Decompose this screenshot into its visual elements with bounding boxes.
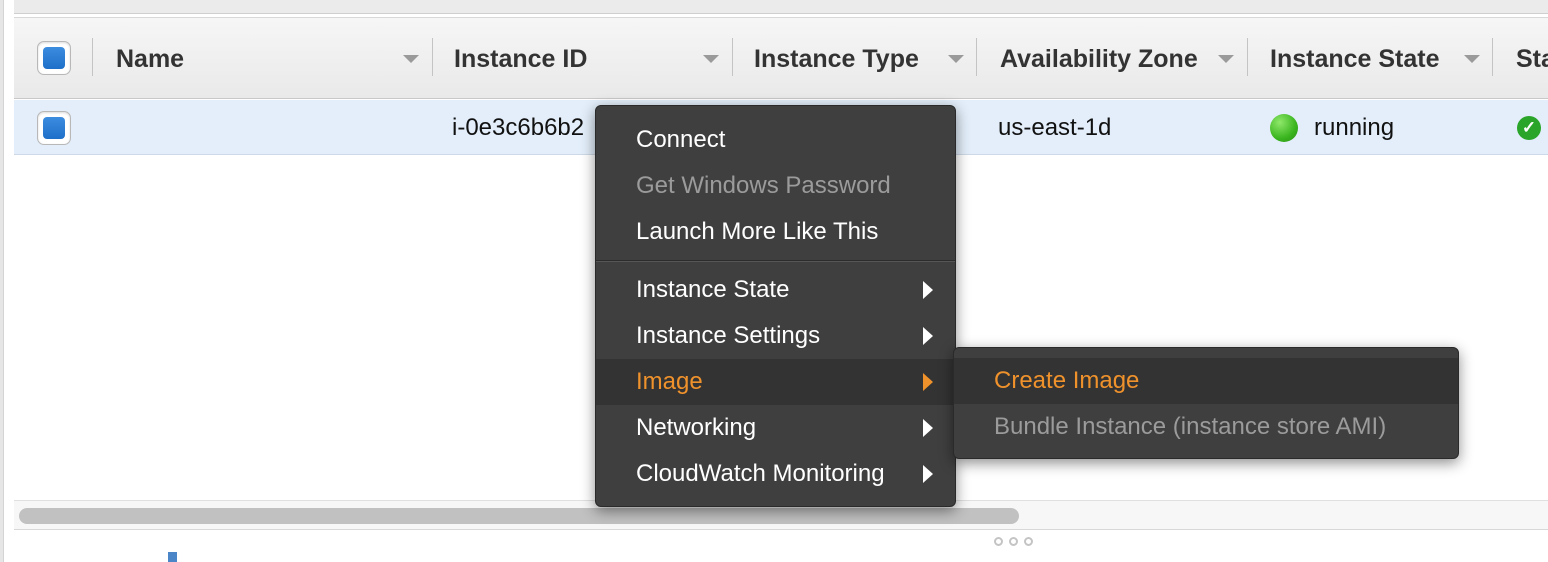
toolbar-strip [14, 0, 1548, 14]
column-header-label: Sta [1516, 44, 1548, 73]
menu-item-create-image[interactable]: Create Image [954, 358, 1458, 404]
column-header-label: Availability Zone [1000, 44, 1198, 73]
cell-instance-state: running [1270, 100, 1394, 155]
menu-item-launch-more-like-this[interactable]: Launch More Like This [596, 209, 955, 255]
menu-item-connect[interactable]: Connect [596, 117, 955, 163]
instance-state-label: running [1314, 113, 1395, 141]
check-circle-icon: ✓ [1517, 115, 1541, 140]
column-header-availability-zone[interactable]: Availability Zone [1000, 18, 1198, 100]
menu-item-label: Networking [636, 414, 757, 441]
sort-caret-icon[interactable] [1464, 55, 1480, 63]
menu-item-bundle-instance: Bundle Instance (instance store AMI) [954, 404, 1458, 450]
cell-instance-id: i-0e3c6b6b2 [452, 113, 585, 141]
menu-item-label: CloudWatch Monitoring [636, 460, 885, 487]
column-header-label: Instance State [1270, 44, 1440, 73]
menu-divider [596, 260, 955, 262]
menu-item-get-windows-password: Get Windows Password [596, 163, 955, 209]
select-all-checkbox[interactable] [37, 41, 71, 75]
column-separator [732, 38, 733, 76]
sort-caret-icon[interactable] [948, 55, 964, 63]
column-separator [432, 38, 433, 76]
resize-handle[interactable] [994, 537, 1033, 546]
column-header-instance-id[interactable]: Instance ID [454, 18, 587, 100]
column-separator [1492, 38, 1493, 76]
submenu-arrow-icon [923, 281, 933, 299]
column-separator [92, 38, 93, 76]
cell-status-checks: ✓ [1517, 100, 1541, 155]
menu-item-label: Launch More Like This [636, 218, 879, 245]
menu-item-networking[interactable]: Networking [596, 405, 955, 451]
menu-item-label: Instance Settings [636, 322, 821, 349]
cell-availability-zone: us-east-1d [998, 113, 1112, 141]
details-pane-marker [168, 552, 177, 562]
instance-context-menu: Connect Get Windows Password Launch More… [595, 105, 956, 507]
menu-item-label: Get Windows Password [636, 172, 891, 199]
image-submenu: Create Image Bundle Instance (instance s… [953, 347, 1459, 459]
menu-item-image[interactable]: Image [596, 359, 955, 405]
table-header: Name Instance ID Instance Type Availabil… [14, 17, 1548, 99]
submenu-arrow-icon [923, 465, 933, 483]
submenu-arrow-icon [923, 419, 933, 437]
menu-item-label: Bundle Instance (instance store AMI) [994, 413, 1387, 440]
grip-dot-icon [1009, 537, 1018, 546]
grip-dot-icon [1024, 537, 1033, 546]
column-header-status-checks[interactable]: Sta [1516, 18, 1548, 100]
column-header-instance-type[interactable]: Instance Type [754, 18, 919, 100]
column-separator [1247, 38, 1248, 76]
running-status-icon [1270, 113, 1298, 142]
left-panel-edge [0, 0, 4, 562]
menu-item-instance-state[interactable]: Instance State [596, 267, 955, 313]
column-header-name[interactable]: Name [116, 18, 184, 100]
sort-caret-icon[interactable] [1218, 55, 1234, 63]
submenu-arrow-icon [923, 327, 933, 345]
menu-item-label: Instance State [636, 276, 790, 303]
ec2-instances-view: Name Instance ID Instance Type Availabil… [0, 0, 1548, 562]
horizontal-scroll-thumb[interactable] [19, 508, 1019, 524]
submenu-arrow-icon [923, 373, 933, 391]
grip-dot-icon [994, 537, 1003, 546]
column-header-instance-state[interactable]: Instance State [1270, 18, 1440, 100]
column-header-label: Name [116, 44, 185, 73]
menu-item-label: Create Image [994, 367, 1140, 394]
column-header-label: Instance Type [754, 44, 919, 73]
sort-caret-icon[interactable] [403, 55, 419, 63]
menu-item-label: Image [636, 368, 703, 395]
menu-item-cloudwatch-monitoring[interactable]: CloudWatch Monitoring [596, 451, 955, 497]
menu-item-label: Connect [636, 126, 726, 153]
row-checkbox[interactable] [37, 111, 71, 145]
menu-item-instance-settings[interactable]: Instance Settings [596, 313, 955, 359]
column-header-label: Instance ID [454, 44, 588, 73]
sort-caret-icon[interactable] [703, 55, 719, 63]
column-separator [976, 38, 977, 76]
